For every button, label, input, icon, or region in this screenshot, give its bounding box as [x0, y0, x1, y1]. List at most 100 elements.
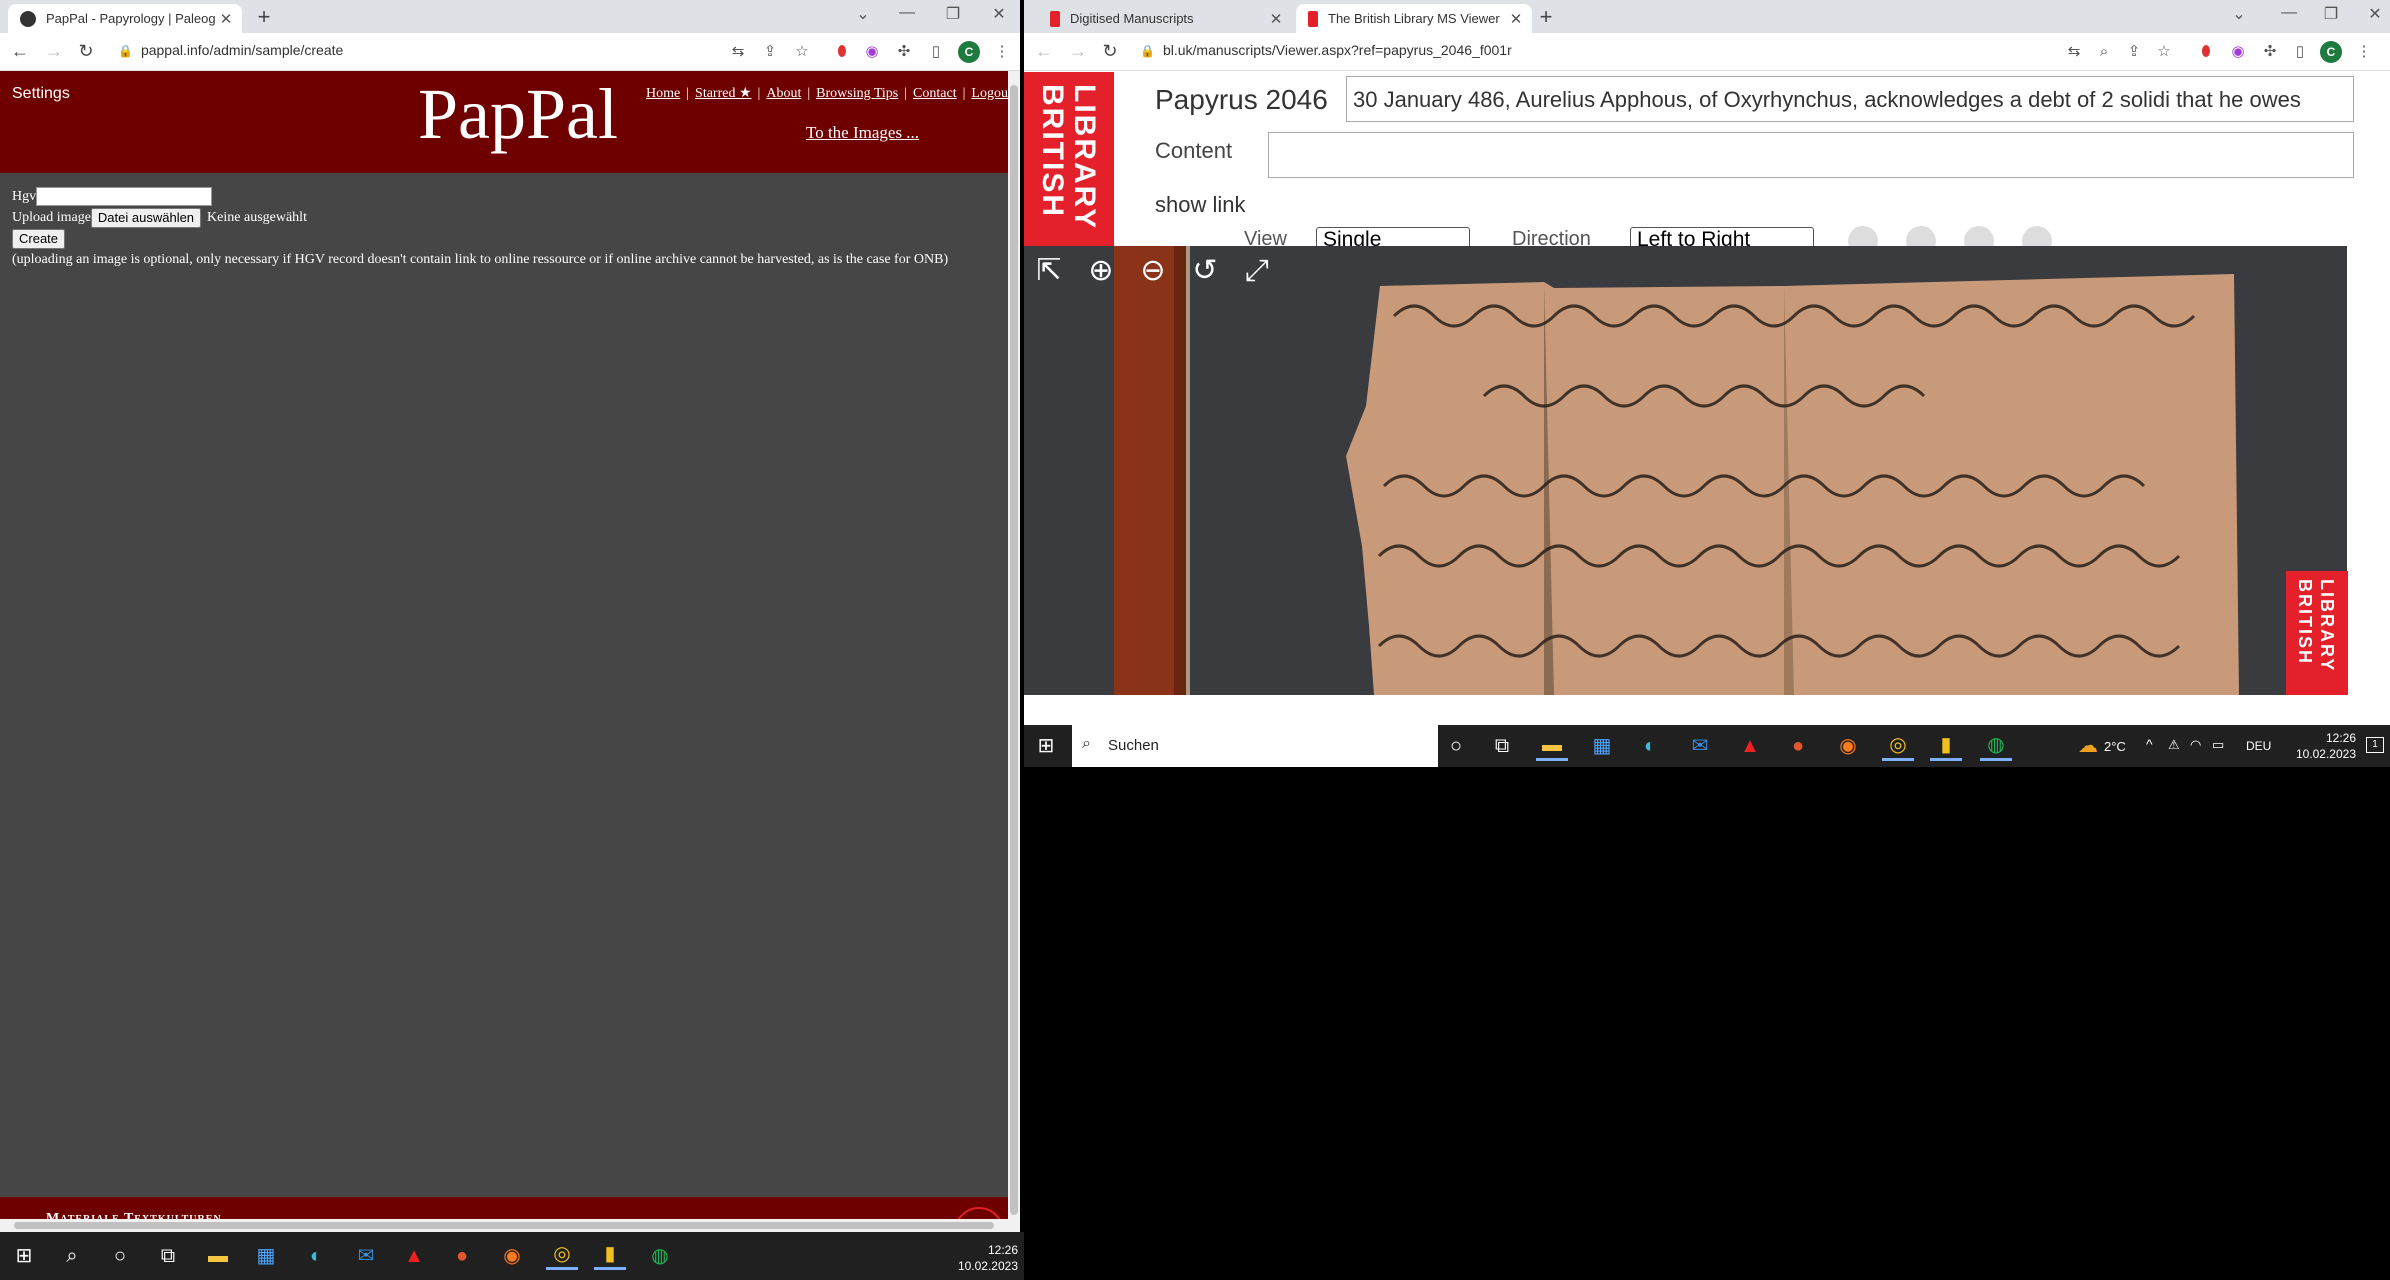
rotate-icon[interactable]: ↺	[1184, 250, 1226, 292]
extension-red-icon[interactable]: ⬮	[2196, 42, 2216, 62]
tab-digitised-manuscripts[interactable]: Digitised Manuscripts ✕	[1038, 4, 1292, 33]
extension-red-icon[interactable]: ⬮	[832, 42, 852, 62]
edge-icon[interactable]: ◐	[1634, 730, 1666, 762]
close-tab-icon[interactable]: ✕	[1266, 10, 1286, 28]
back-icon[interactable]: ←	[1032, 41, 1056, 61]
translate-icon[interactable]: ⇆	[2064, 42, 2084, 62]
choose-file-button[interactable]: Datei auswählen	[90, 207, 202, 228]
cortana-icon[interactable]: ○	[104, 1240, 136, 1272]
taskbar-search-box[interactable]: ⌕ Suchen	[1072, 725, 1438, 767]
profile-avatar[interactable]: C	[2320, 41, 2342, 63]
vertical-scrollbar[interactable]	[1008, 71, 1020, 1232]
edge-icon[interactable]: ◐	[300, 1240, 332, 1272]
manuscript-description[interactable]: 30 January 486, Aurelius Apphous, of Oxy…	[1346, 76, 2354, 122]
windows-start-icon[interactable]: ⊞	[1030, 730, 1062, 762]
language-indicator[interactable]: DEU	[2246, 739, 2271, 753]
zoom-in-icon[interactable]: ⊕	[1080, 250, 1122, 292]
powerpoint-icon[interactable]: ●	[1782, 730, 1814, 762]
to-images-link[interactable]: To the Images ...	[806, 123, 919, 143]
new-tab-icon[interactable]: +	[252, 6, 276, 28]
close-tab-icon[interactable]: ✕	[1506, 10, 1526, 28]
acrobat-icon[interactable]: ▲	[1734, 730, 1766, 762]
tray-network-icon[interactable]: ⚠	[2168, 737, 2180, 753]
tray-wifi-icon[interactable]: ◠	[2190, 737, 2201, 753]
british-library-logo[interactable]: LIBRARY BRITISH	[1024, 72, 1114, 248]
content-field[interactable]	[1268, 132, 2354, 178]
extensions-puzzle-icon[interactable]: ✣	[2260, 42, 2280, 62]
restore-icon[interactable]: ❐	[938, 4, 968, 24]
close-window-icon[interactable]: ✕	[984, 4, 1014, 24]
fullscreen-icon[interactable]: ⤢	[1236, 250, 1278, 292]
task-view-icon[interactable]: ⧉	[1486, 730, 1518, 762]
horizontal-scrollbar[interactable]	[0, 1219, 1008, 1232]
share-icon[interactable]: ⇪	[760, 42, 780, 62]
hgv-input[interactable]	[36, 187, 213, 206]
tray-battery-icon[interactable]: ▭	[2212, 737, 2224, 753]
vertical-scroll-thumb[interactable]	[1010, 85, 1018, 1215]
notification-icon[interactable]: 1	[2366, 737, 2384, 753]
minimize-icon[interactable]: —	[892, 4, 922, 22]
explorer-active-icon[interactable]: ▮	[594, 1238, 626, 1270]
exit-viewer-icon[interactable]: ⇱	[1028, 250, 1070, 292]
bookmark-star-icon[interactable]: ☆	[2154, 42, 2174, 62]
cortana-icon[interactable]: ○	[1440, 730, 1472, 762]
powerpoint-icon[interactable]: ●	[446, 1240, 478, 1272]
tab-search-icon[interactable]: ⌄	[848, 4, 878, 24]
weather-icon[interactable]: ☁	[2072, 730, 2104, 762]
search-icon[interactable]: ⌕	[56, 1240, 88, 1272]
pappal-logo[interactable]: PapPal	[418, 73, 618, 156]
url-field[interactable]: 🔒 pappal.info/admin/sample/create	[118, 42, 343, 58]
menu-kebab-icon[interactable]: ⋮	[2354, 42, 2374, 62]
zoom-icon[interactable]: ⌕	[2094, 42, 2114, 62]
horizontal-scroll-thumb[interactable]	[14, 1222, 994, 1229]
tab-ms-viewer[interactable]: The British Library MS Viewer ✕	[1296, 4, 1532, 33]
menu-kebab-icon[interactable]: ⋮	[992, 42, 1012, 62]
restore-icon[interactable]: ❐	[2316, 4, 2346, 24]
extension-purple-icon[interactable]: ◉	[2228, 42, 2248, 62]
nav-starred[interactable]: Starred ★	[695, 86, 751, 101]
close-window-icon[interactable]: ✕	[2360, 4, 2390, 24]
back-icon[interactable]: ←	[8, 41, 32, 61]
mail-icon[interactable]: ✉	[350, 1240, 382, 1272]
profile-avatar[interactable]: C	[958, 41, 980, 63]
nav-home[interactable]: Home	[646, 86, 680, 101]
extensions-puzzle-icon[interactable]: ✣	[894, 42, 914, 62]
file-explorer-icon[interactable]: ▬	[1536, 729, 1568, 761]
firefox-icon[interactable]: ◉	[496, 1240, 528, 1272]
reload-icon[interactable]: ↻	[1098, 41, 1122, 61]
sidepanel-icon[interactable]: ▯	[926, 42, 946, 62]
firefox-icon[interactable]: ◉	[1832, 730, 1864, 762]
left-clock[interactable]: 12:26 10.02.2023	[940, 1242, 1018, 1274]
chrome-icon[interactable]: ◎	[1882, 729, 1914, 761]
task-view-icon[interactable]: ⧉	[152, 1240, 184, 1272]
close-tab-icon[interactable]: ✕	[216, 10, 236, 28]
extension-purple-icon[interactable]: ◉	[862, 42, 882, 62]
mail-icon[interactable]: ✉	[1684, 730, 1716, 762]
sidepanel-icon[interactable]: ▯	[2290, 42, 2310, 62]
nav-logout[interactable]: Logou	[971, 86, 1008, 101]
tab-search-icon[interactable]: ⌄	[2224, 4, 2254, 24]
new-tab-icon[interactable]: +	[1534, 6, 1558, 28]
spotify-icon[interactable]: ◍	[1980, 729, 2012, 761]
minimize-icon[interactable]: —	[2274, 4, 2304, 22]
url-field[interactable]: 🔒 bl.uk/manuscripts/Viewer.aspx?ref=papyr…	[1140, 42, 1512, 58]
bookmark-star-icon[interactable]: ☆	[792, 42, 812, 62]
acrobat-icon[interactable]: ▲	[398, 1240, 430, 1272]
create-button[interactable]: Create	[12, 228, 66, 249]
file-explorer-icon[interactable]: ▬	[202, 1240, 234, 1272]
nav-browsing-tips[interactable]: Browsing Tips	[816, 86, 898, 101]
right-clock[interactable]: 12:26 10.02.2023	[2274, 730, 2356, 762]
tab-pappal[interactable]: PapPal - Papyrology | Paleograph ✕	[8, 4, 242, 33]
forward-icon[interactable]: →	[42, 41, 66, 61]
tray-chevron-icon[interactable]: ^	[2146, 736, 2153, 752]
manuscript-image-viewer[interactable]: ⇱ ⊕ ⊖ ↺ ⤢ LIBRARY BRITISH	[1024, 246, 2348, 695]
settings-link[interactable]: Settings	[12, 85, 70, 103]
forward-icon[interactable]: →	[1066, 41, 1090, 61]
share-icon[interactable]: ⇪	[2124, 42, 2144, 62]
zoom-out-icon[interactable]: ⊖	[1132, 250, 1174, 292]
store-icon[interactable]: ▦	[250, 1240, 282, 1272]
store-icon[interactable]: ▦	[1586, 730, 1618, 762]
translate-icon[interactable]: ⇆	[728, 42, 748, 62]
reload-icon[interactable]: ↻	[74, 41, 98, 61]
spotify-icon[interactable]: ◍	[644, 1240, 676, 1272]
